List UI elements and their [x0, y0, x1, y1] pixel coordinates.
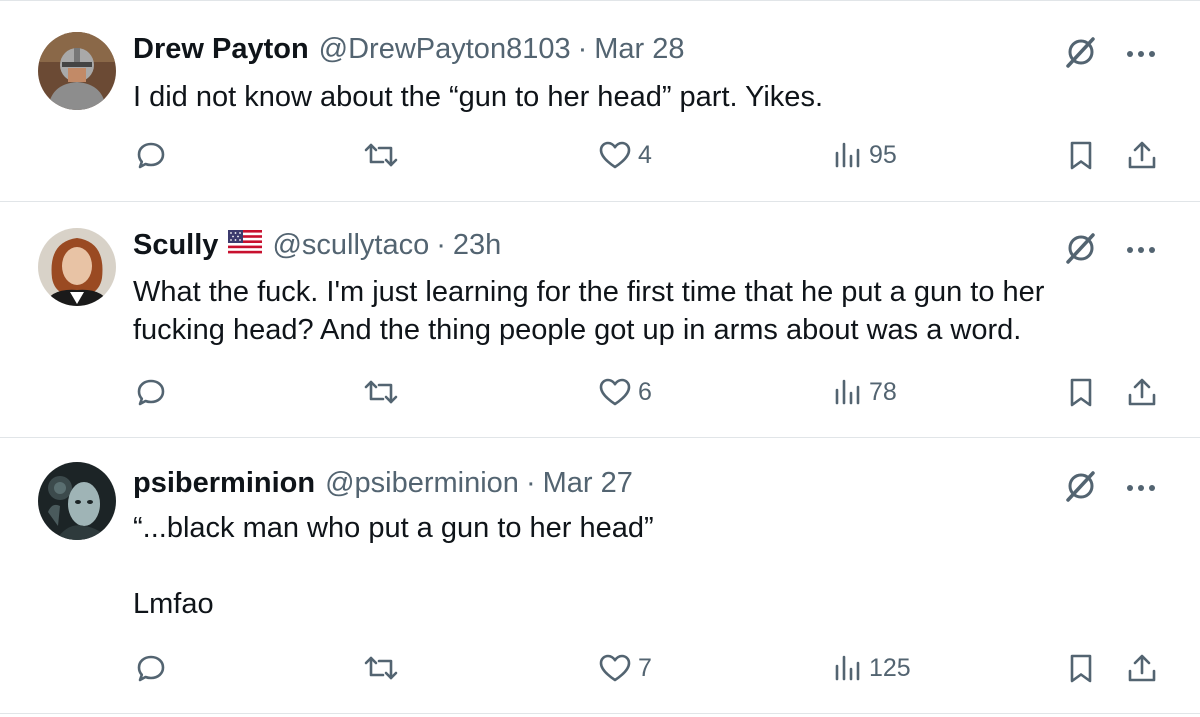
views-button[interactable]: 78	[833, 376, 897, 408]
grok-icon[interactable]	[1064, 469, 1098, 508]
tweet-top-actions	[1064, 35, 1156, 74]
like-count: 7	[638, 653, 652, 682]
reply-button[interactable]	[135, 652, 167, 684]
separator-dot: ·	[525, 467, 536, 499]
like-button[interactable]: 7	[598, 652, 652, 684]
timestamp[interactable]: Mar 27	[543, 465, 633, 501]
share-button[interactable]	[1126, 139, 1158, 171]
reply-feed: Drew Payton @DrewPayton8103 · Mar 28 I d…	[0, 0, 1200, 717]
retweet-icon	[364, 380, 398, 404]
tweet-text: I did not know about the “gun to her hea…	[133, 81, 823, 113]
views-count: 125	[869, 653, 911, 682]
bookmark-icon	[1070, 654, 1092, 683]
tweet-top-actions	[1064, 231, 1156, 270]
user-handle[interactable]: @psiberminion	[325, 465, 519, 501]
share-icon	[1128, 141, 1156, 169]
like-button[interactable]: 6	[598, 376, 652, 408]
action-bar: 4 95	[0, 139, 1200, 179]
views-icon	[835, 655, 860, 681]
user-handle[interactable]: @scullytaco	[272, 227, 429, 263]
reply-button[interactable]	[135, 376, 167, 408]
reply-icon	[137, 379, 165, 406]
user-handle[interactable]: @DrewPayton8103	[319, 31, 571, 67]
bookmark-icon	[1070, 378, 1092, 407]
like-button[interactable]: 4	[598, 139, 652, 171]
grok-icon[interactable]	[1064, 35, 1098, 74]
reply-icon	[137, 142, 165, 169]
views-button[interactable]: 125	[833, 652, 911, 684]
us-flag-icon	[228, 227, 263, 263]
tweet-header: psiberminion @psiberminion · Mar 27	[133, 465, 633, 501]
display-name[interactable]: Drew Payton	[133, 31, 309, 67]
retweet-button[interactable]	[362, 376, 400, 408]
bookmark-button[interactable]	[1067, 376, 1095, 408]
retweet-button[interactable]	[362, 652, 400, 684]
more-icon[interactable]	[1126, 480, 1156, 498]
share-icon	[1128, 378, 1156, 406]
retweet-icon	[364, 143, 398, 167]
display-name[interactable]: psiberminion	[133, 465, 315, 501]
more-icon[interactable]	[1126, 242, 1156, 260]
like-icon	[599, 654, 631, 682]
timestamp[interactable]: 23h	[453, 227, 501, 263]
tweet-top-actions	[1064, 469, 1156, 508]
views-icon	[835, 379, 860, 405]
like-icon	[599, 141, 631, 169]
views-count: 78	[869, 377, 897, 406]
reply-icon	[137, 655, 165, 682]
avatar[interactable]	[38, 462, 116, 540]
separator-dot: ·	[577, 33, 588, 65]
display-name[interactable]: Scully	[133, 227, 218, 263]
tweet[interactable]: Drew Payton @DrewPayton8103 · Mar 28 I d…	[0, 0, 1200, 202]
share-button[interactable]	[1126, 652, 1158, 684]
separator-dot: ·	[436, 229, 446, 261]
tweet-header: Scully @scullytaco · 23h	[133, 227, 501, 263]
avatar[interactable]	[38, 32, 116, 110]
views-button[interactable]: 95	[833, 139, 897, 171]
like-count: 6	[638, 377, 652, 406]
tweet[interactable]: Scully @scullytaco · 23h What the fuck. …	[0, 202, 1200, 438]
grok-icon[interactable]	[1064, 231, 1098, 270]
tweet[interactable]: psiberminion @psiberminion · Mar 27 “...…	[0, 438, 1200, 714]
timestamp[interactable]: Mar 28	[594, 31, 684, 67]
tweet-header: Drew Payton @DrewPayton8103 · Mar 28	[133, 31, 685, 67]
retweet-icon	[364, 656, 398, 680]
views-icon	[835, 142, 860, 168]
retweet-button[interactable]	[362, 139, 400, 171]
action-bar: 6 78	[0, 376, 1200, 416]
tweet-text: What the fuck. I'm just learning for the…	[133, 276, 1045, 346]
bookmark-button[interactable]	[1067, 652, 1095, 684]
views-count: 95	[869, 140, 897, 169]
like-icon	[599, 378, 631, 406]
tweet-text: “...black man who put a gun to her head”…	[133, 512, 654, 620]
bookmark-button[interactable]	[1067, 139, 1095, 171]
more-icon[interactable]	[1126, 46, 1156, 64]
share-button[interactable]	[1126, 376, 1158, 408]
action-bar: 7 125	[0, 652, 1200, 692]
avatar[interactable]	[38, 228, 116, 306]
bookmark-icon	[1070, 141, 1092, 170]
reply-button[interactable]	[135, 139, 167, 171]
like-count: 4	[638, 140, 652, 169]
share-icon	[1128, 654, 1156, 682]
